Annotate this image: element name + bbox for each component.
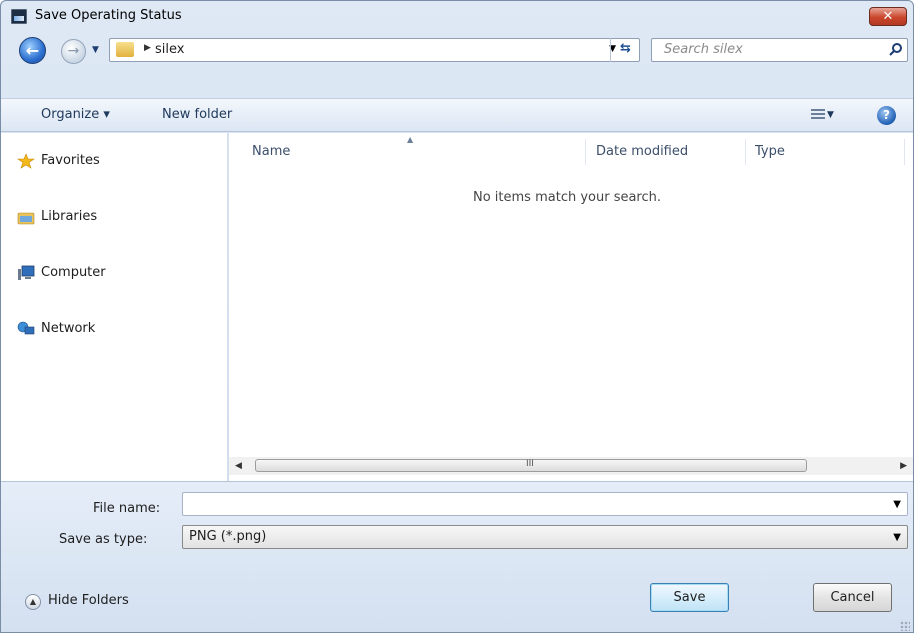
search-placeholder: Search silex [664, 42, 743, 57]
save-as-type-value: PNG (*.png) [189, 529, 267, 544]
breadcrumb-item[interactable]: silex [155, 42, 184, 57]
refresh-button[interactable]: ⇆ [610, 38, 640, 62]
views-icon[interactable] [811, 109, 825, 121]
search-input[interactable]: Search silex [651, 38, 908, 62]
folder-icon [116, 42, 134, 57]
scrollbar-thumb[interactable]: III [255, 459, 807, 472]
column-divider[interactable] [585, 139, 586, 165]
save-button[interactable]: Save [650, 583, 729, 612]
scroll-right-icon[interactable]: ▶ [900, 461, 907, 471]
address-bar[interactable]: ▶ silex ▼ [109, 38, 640, 62]
forward-button[interactable]: → [61, 39, 86, 64]
new-folder-button[interactable]: New folder [162, 107, 232, 122]
file-name-dropdown-icon[interactable]: ▼ [893, 499, 901, 510]
column-header-date-modified[interactable]: Date modified [596, 144, 688, 159]
sidebar-item-label: Favorites [41, 153, 100, 168]
save-as-type-select[interactable]: PNG (*.png) ▼ [182, 525, 908, 549]
help-icon[interactable]: ? [877, 106, 896, 125]
resize-grip-icon[interactable] [900, 621, 910, 631]
hide-folders-label: Hide Folders [48, 593, 129, 608]
network-icon [17, 321, 35, 335]
navigation-pane: Favorites Libraries Computer Network [1, 133, 228, 481]
recent-locations-dropdown-icon[interactable]: ▼ [92, 45, 99, 55]
save-as-type-label: Save as type: [59, 532, 148, 547]
address-row: ← → ▼ ▶ silex ▼ ⇆ Search silex [1, 33, 913, 67]
sidebar-item-label: Libraries [41, 209, 98, 224]
back-button[interactable]: ← [19, 37, 46, 64]
file-name-field[interactable]: ▼ [182, 492, 908, 516]
file-list[interactable]: ▲ Name Date modified Type No items match… [229, 133, 913, 481]
breadcrumb-separator-icon[interactable]: ▶ [144, 43, 151, 53]
horizontal-scrollbar[interactable]: ◀ III ▶ [229, 457, 913, 475]
libraries-icon [17, 212, 35, 225]
sidebar-item-label: Network [41, 321, 96, 336]
cancel-button[interactable]: Cancel [813, 583, 892, 612]
close-button[interactable]: ✕ [869, 7, 907, 26]
save-as-type-dropdown-icon[interactable]: ▼ [893, 532, 901, 543]
app-icon [11, 9, 27, 24]
column-header-name[interactable]: Name [252, 144, 290, 159]
sidebar-item-label: Computer [41, 265, 106, 280]
command-toolbar: Organize ▾ New folder ▼ ? [1, 98, 913, 132]
scrollbar-grip: III [526, 459, 534, 469]
sort-ascending-icon: ▲ [407, 135, 414, 144]
save-dialog: Save Operating Status ✕ ← → ▼ ▶ silex ▼ … [0, 0, 914, 633]
column-header-type[interactable]: Type [755, 144, 785, 159]
computer-icon [18, 265, 35, 280]
scroll-left-icon[interactable]: ◀ [235, 461, 242, 471]
file-name-label: File name: [93, 501, 161, 516]
column-divider[interactable] [904, 139, 905, 165]
views-dropdown-icon[interactable]: ▼ [827, 110, 834, 120]
title-bar: Save Operating Status ✕ [1, 1, 913, 33]
empty-message: No items match your search. [473, 190, 662, 205]
collapse-icon: ▲ [25, 594, 41, 610]
star-icon [17, 153, 35, 169]
column-divider[interactable] [745, 139, 746, 165]
save-options-panel: File name: ▼ Save as type: PNG (*.png) ▼… [1, 481, 913, 632]
organize-menu[interactable]: Organize ▾ [41, 107, 110, 122]
search-icon[interactable] [889, 42, 903, 56]
window-title: Save Operating Status [35, 8, 182, 23]
